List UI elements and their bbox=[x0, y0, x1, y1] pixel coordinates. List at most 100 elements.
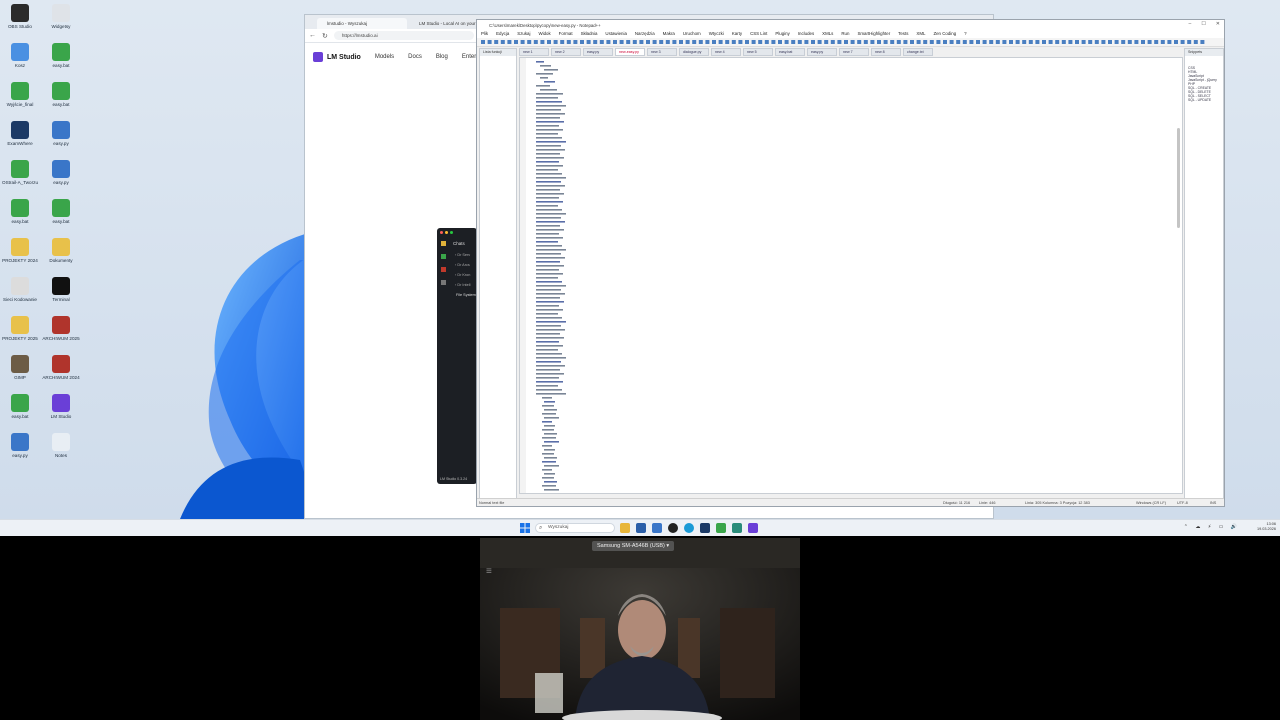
toolbar-button-icon[interactable] bbox=[606, 40, 611, 44]
toolbar-button-icon[interactable] bbox=[1160, 40, 1165, 44]
desktop-icon[interactable]: easy.py bbox=[42, 121, 80, 146]
reload-icon[interactable]: ↻ bbox=[322, 32, 328, 40]
toolbar-button-icon[interactable] bbox=[1141, 40, 1145, 44]
toolbar-button-icon[interactable] bbox=[540, 40, 545, 44]
toolbar-button-icon[interactable] bbox=[1134, 40, 1139, 44]
toolbar-icons[interactable] bbox=[477, 38, 1224, 47]
toolbar-button-icon[interactable] bbox=[1094, 40, 1099, 44]
toolbar-button-icon[interactable] bbox=[870, 40, 875, 44]
menu-item[interactable]: XML bbox=[916, 30, 925, 38]
notepad-plus-plus-icon[interactable] bbox=[716, 523, 726, 533]
toolbar-button-icon[interactable] bbox=[718, 40, 723, 44]
menu-item[interactable]: Makra bbox=[663, 30, 675, 38]
toolbar-button-icon[interactable] bbox=[520, 40, 525, 44]
code-editor[interactable] bbox=[519, 57, 1183, 494]
desktop-icon[interactable]: easy.py bbox=[42, 160, 80, 185]
menu-item[interactable]: Uruchom bbox=[683, 30, 701, 38]
toolbar-button-icon[interactable] bbox=[1180, 40, 1185, 44]
menu-item[interactable]: Narzędzia bbox=[635, 30, 655, 38]
document-tab[interactable]: new 5 bbox=[743, 48, 773, 56]
toolbar-button-icon[interactable] bbox=[1147, 40, 1152, 44]
desktop-icon[interactable]: Wyjście_final bbox=[1, 82, 39, 107]
toolbar-button-icon[interactable] bbox=[1035, 40, 1040, 44]
toolbar-button-icon[interactable] bbox=[896, 40, 901, 44]
lm-studio-icon[interactable] bbox=[748, 523, 758, 533]
toolbar-button-icon[interactable] bbox=[883, 40, 888, 44]
toolbar-button-icon[interactable] bbox=[962, 40, 967, 44]
toolbar-button-icon[interactable] bbox=[1061, 40, 1066, 44]
toolbar-button-icon[interactable] bbox=[1174, 40, 1178, 44]
desktop-icon[interactable]: OBS Studio bbox=[1, 4, 39, 29]
hamburger-menu-icon[interactable]: ≡ bbox=[486, 566, 492, 577]
toolbar-button-icon[interactable] bbox=[995, 40, 1000, 44]
menu-item[interactable]: Includes bbox=[798, 30, 814, 38]
desktop-icon[interactable]: Notes bbox=[42, 433, 80, 458]
toolbar-button-icon[interactable] bbox=[547, 40, 551, 44]
desktop-icon[interactable]: Sieci Kodowanie bbox=[1, 277, 39, 302]
nav-link-docs[interactable]: Docs bbox=[408, 54, 422, 60]
desktop-icon[interactable]: Terminal bbox=[42, 277, 80, 302]
toolbar-button-icon[interactable] bbox=[1048, 40, 1053, 44]
toolbar-button-icon[interactable] bbox=[976, 40, 980, 44]
toolbar-button-icon[interactable] bbox=[923, 40, 928, 44]
app-icon[interactable] bbox=[732, 523, 742, 533]
toolbar-button-icon[interactable] bbox=[1081, 40, 1086, 44]
toolbar-button-icon[interactable] bbox=[863, 40, 868, 44]
toolbar-button-icon[interactable] bbox=[817, 40, 822, 44]
toolbar-button-icon[interactable] bbox=[712, 40, 716, 44]
desktop-icon[interactable]: Widgetsy bbox=[42, 4, 80, 29]
toolbar-button-icon[interactable] bbox=[824, 40, 829, 44]
app-icon[interactable] bbox=[700, 523, 710, 533]
toolbar-button-icon[interactable] bbox=[764, 40, 769, 44]
toolbar-button-icon[interactable] bbox=[1015, 40, 1020, 44]
toolbar-button-icon[interactable] bbox=[626, 40, 631, 44]
toolbar-button-icon[interactable] bbox=[527, 40, 532, 44]
document-tab[interactable]: dialogue.py bbox=[679, 48, 709, 56]
models-icon[interactable] bbox=[441, 267, 446, 272]
toolbar-button-icon[interactable] bbox=[731, 40, 736, 44]
toolbar-button-icon[interactable] bbox=[652, 40, 657, 44]
url-input[interactable]: https://lmstudio.ai bbox=[333, 31, 474, 40]
toolbar-button-icon[interactable] bbox=[1101, 40, 1106, 44]
document-tab[interactable]: new 3 bbox=[647, 48, 677, 56]
toolbar-button-icon[interactable] bbox=[949, 40, 954, 44]
document-tab[interactable]: change.txt bbox=[903, 48, 933, 56]
menu-item[interactable]: Zen Coding bbox=[933, 30, 956, 38]
toolbar-button-icon[interactable] bbox=[1200, 40, 1205, 44]
toolbar-button-icon[interactable] bbox=[844, 40, 848, 44]
menu-item[interactable]: Pluginy bbox=[775, 30, 789, 38]
toolbar-button-icon[interactable] bbox=[1009, 40, 1013, 44]
toolbar-button-icon[interactable] bbox=[481, 40, 485, 44]
toolbar-button-icon[interactable] bbox=[929, 40, 934, 44]
toolbar-button-icon[interactable] bbox=[784, 40, 789, 44]
menu-item[interactable]: Plik bbox=[481, 30, 488, 38]
toolbar-button-icon[interactable] bbox=[487, 40, 492, 44]
toolbar-button-icon[interactable] bbox=[797, 40, 802, 44]
system-tray-icons[interactable]: ⌃ ☁ ⚡ ▭ 🔊 bbox=[1184, 524, 1240, 530]
toolbar-button-icon[interactable] bbox=[685, 40, 690, 44]
toolbar-button-icon[interactable] bbox=[1187, 40, 1192, 44]
menu-item[interactable]: Tests bbox=[898, 30, 908, 38]
toolbar-button-icon[interactable] bbox=[751, 40, 756, 44]
nav-link-blog[interactable]: Blog bbox=[436, 54, 448, 60]
toolbar-button-icon[interactable] bbox=[830, 40, 835, 44]
windows-start-icon[interactable] bbox=[520, 523, 530, 533]
toolbar-button-icon[interactable] bbox=[639, 40, 644, 44]
desktop-icon[interactable]: OStrail-A_Tworzu bbox=[1, 160, 39, 185]
toolbar-button-icon[interactable] bbox=[956, 40, 961, 44]
toolbar-button-icon[interactable] bbox=[1121, 40, 1126, 44]
toolbar-button-icon[interactable] bbox=[586, 40, 591, 44]
desktop-icon[interactable]: ARCHIWUM 2024 bbox=[42, 355, 80, 380]
browser-tab[interactable]: lmstudio - Wyszukaj bbox=[317, 18, 407, 29]
toolbar-button-icon[interactable] bbox=[1075, 40, 1079, 44]
desktop-icon[interactable]: ARCHIWUM 2025 bbox=[42, 316, 80, 341]
toolbar-button-icon[interactable] bbox=[903, 40, 908, 44]
toolbar-button-icon[interactable] bbox=[837, 40, 842, 44]
close-icon[interactable]: ✕ bbox=[1216, 21, 1220, 27]
toolbar-button-icon[interactable] bbox=[646, 40, 650, 44]
desktop-icon[interactable]: Kosz bbox=[1, 43, 39, 68]
desktop-icon[interactable]: LM Studio bbox=[42, 394, 80, 419]
document-tab[interactable]: new 7 bbox=[839, 48, 869, 56]
menu-item[interactable]: Format bbox=[559, 30, 573, 38]
toolbar-button-icon[interactable] bbox=[705, 40, 710, 44]
